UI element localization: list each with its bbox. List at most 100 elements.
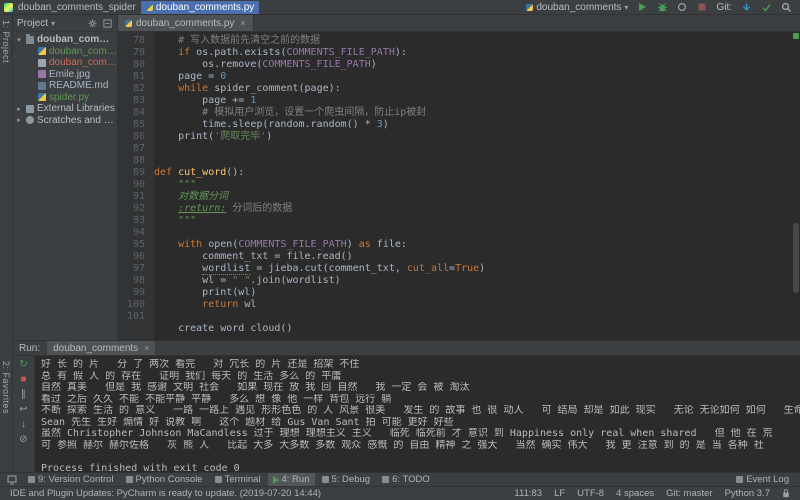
tree-item[interactable]: README.md [13,80,117,92]
line-number[interactable]: 84 [118,107,154,119]
breadcrumb-project[interactable]: douban_comments_spider [18,2,136,13]
editor-tab[interactable]: douban_comments.py × [118,15,254,31]
tree-item[interactable]: douban_comments.py [13,46,117,58]
tree-item[interactable]: Emile.jpg [13,69,117,81]
tool-button-debug[interactable]: 5: Debug [317,473,376,486]
indent-setting[interactable]: 4 spaces [616,488,654,499]
collapse-all-icon[interactable] [101,17,113,29]
inspection-indicator[interactable] [793,33,799,39]
tree-item[interactable]: ▸ Scratches and Consoles [13,115,117,127]
tool-window-switcher-icon[interactable] [6,474,18,486]
line-number[interactable]: 96 [118,251,154,263]
line-number[interactable]: 99 [118,287,154,299]
line-number[interactable]: 87 [118,143,154,155]
line-number[interactable]: 86 [118,131,154,143]
line-number[interactable]: 98 [118,275,154,287]
tree-item-label: README.md [49,80,109,92]
breadcrumb: douban_comments_spider douban_comments.p… [4,0,260,14]
chevron-down-icon[interactable]: ▾ [51,19,55,28]
line-number[interactable]: 90 [118,179,154,191]
tree-toggle-icon[interactable]: ▾ [15,36,23,44]
scrollbar-thumb[interactable] [793,222,799,293]
code-text: wordlist = jieba.cut(comment_txt, cut_al… [202,263,486,275]
git-branch[interactable]: Git: master [666,488,712,499]
rerun-button[interactable]: ↻ [17,359,30,371]
line-number[interactable] [118,323,154,332]
line-number[interactable]: 89 [118,167,154,179]
tool-button-label: Python Console [135,474,203,485]
close-icon[interactable]: × [240,18,245,28]
line-number[interactable]: 88 [118,155,154,167]
code-text: comment_txt = file.read() [154,251,353,262]
breadcrumb-file[interactable]: douban_comments.py [140,0,260,14]
run-button[interactable] [636,1,648,13]
line-number[interactable]: 78 [118,35,154,47]
python-interpreter[interactable]: Python 3.7 [725,488,770,499]
run-panel-header: Run: douban_comments × [13,341,800,356]
tree-item[interactable]: douban_comments.txt [13,57,117,69]
code-text: create_word_cloud() [154,323,293,332]
line-number[interactable]: 85 [118,119,154,131]
pause-output-button[interactable]: ∥ [17,389,30,401]
tool-button-label: 5: Debug [331,474,371,485]
line-number[interactable]: 101 [118,311,154,323]
editor-scrollbar[interactable] [792,32,800,340]
line-number[interactable]: 91 [118,191,154,203]
line-number[interactable]: 95 [118,239,154,251]
soft-wrap-button[interactable]: ↩ [17,404,30,416]
tool-button-todo[interactable]: 6: TODO [377,473,435,486]
debug-button[interactable] [656,1,668,13]
tree-item[interactable]: ▸ External Libraries [13,103,117,115]
search-everywhere-button[interactable] [780,1,792,13]
run-tab[interactable]: douban_comments × [47,341,156,355]
tool-button-version-control[interactable]: 9: Version Control [23,473,119,486]
tool-button-label: Terminal [224,474,261,485]
run-config-selector[interactable]: douban_comments ▾ [526,2,628,13]
line-number[interactable]: 93 [118,215,154,227]
line-number[interactable]: 92 [118,203,154,215]
tool-button-terminal[interactable]: Terminal [210,473,266,486]
settings-icon[interactable] [86,17,98,29]
code-line: 90 """ [118,179,800,191]
tool-button-python-console[interactable]: Python Console [121,473,208,486]
tree-item-label: Emile.jpg [49,68,91,80]
code-line: 93 """ [118,215,800,227]
run-config-label: douban_comments [536,1,622,13]
code-text: page += 1 [154,95,257,106]
vcs-commit-button[interactable] [760,1,772,13]
close-icon[interactable]: × [144,343,149,353]
chevron-down-icon: ▾ [624,2,629,12]
tool-button-run[interactable]: 4: Run [267,473,315,486]
line-number[interactable]: 100 [118,299,154,311]
line-number[interactable]: 83 [118,95,154,107]
lock-icon[interactable] [780,488,792,500]
line-number[interactable]: 82 [118,83,154,95]
tree-toggle-icon[interactable]: ▸ [15,105,23,113]
stripe-project-button[interactable]: 1: Project [1,20,11,63]
project-icon [4,2,13,12]
tree-item[interactable]: ▾ douban_comments_spider [13,33,117,46]
vcs-update-button[interactable] [740,1,752,13]
tool-button-label: Event Log [746,474,789,485]
clear-output-button[interactable]: ⊘ [17,434,30,446]
stop-button[interactable] [696,1,708,13]
line-separator[interactable]: LF [554,488,565,499]
line-number[interactable]: 79 [118,47,154,59]
code-line: 87 [118,143,800,155]
line-number[interactable]: 81 [118,71,154,83]
python-file-icon [125,19,132,27]
file-encoding[interactable]: UTF-8 [577,488,604,499]
line-number[interactable]: 97 [118,263,154,275]
coverage-button[interactable] [676,1,688,13]
debug-icon [321,476,329,483]
caret-position[interactable]: 111:83 [514,488,542,499]
tool-button-event-log[interactable]: Event Log [731,473,794,486]
line-number[interactable]: 80 [118,59,154,71]
tree-toggle-icon[interactable]: ▸ [15,116,23,124]
line-number[interactable]: 94 [118,227,154,239]
tree-item[interactable]: spider.py [13,92,117,104]
stripe-favorites-button[interactable]: 2: Favorites [1,361,11,414]
code-text: """ [178,215,197,226]
scroll-to-end-button[interactable]: ↓ [17,419,30,431]
stop-button[interactable]: ■ [17,374,30,386]
